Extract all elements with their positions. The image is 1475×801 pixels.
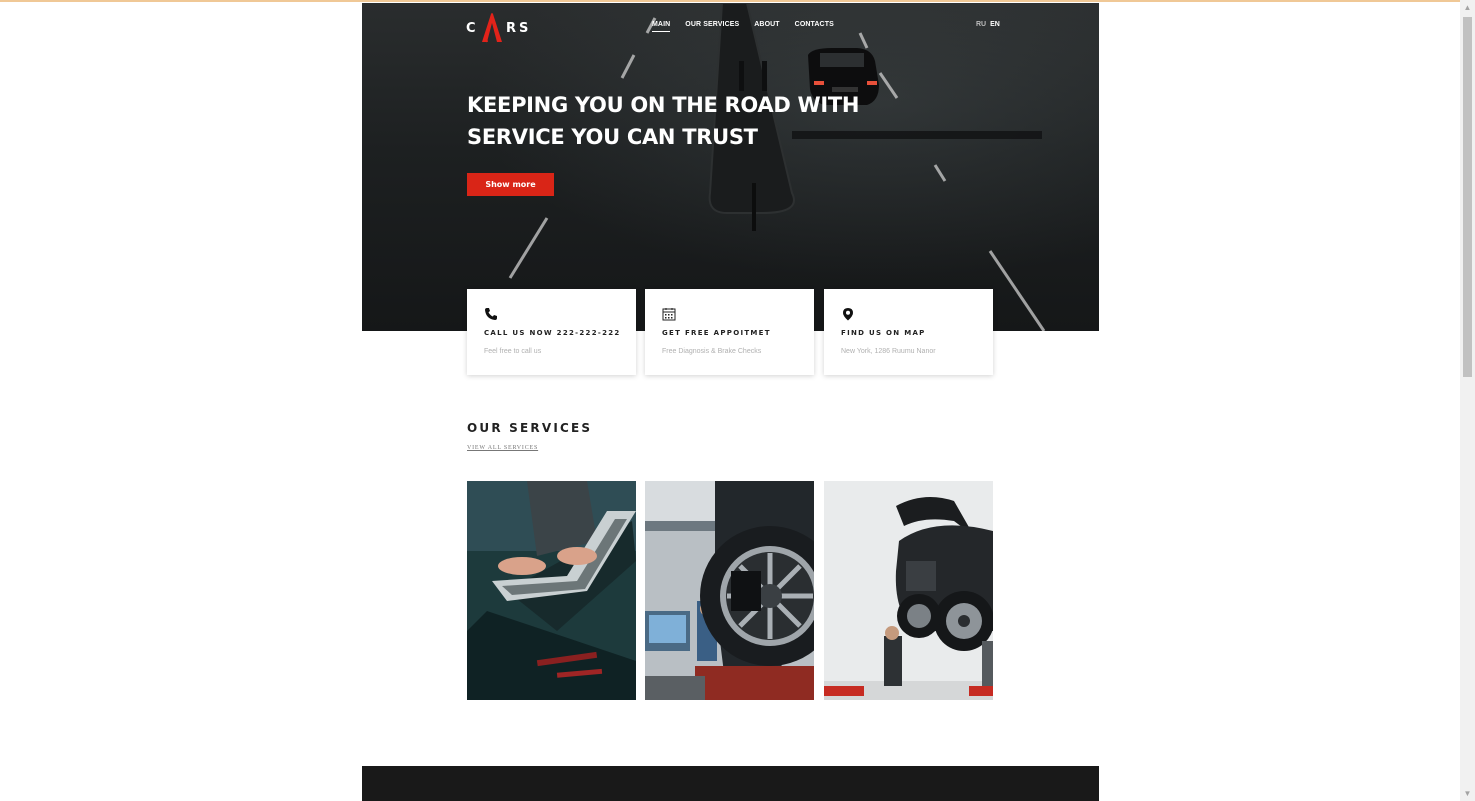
card-appointment-title: GET FREE APPOITMET xyxy=(662,329,771,337)
lang-en[interactable]: EN xyxy=(990,21,1000,28)
scroll-up-arrow-icon[interactable]: ▲ xyxy=(1460,0,1475,15)
card-map-title: FIND US ON MAP xyxy=(841,329,926,337)
nav-main[interactable]: MAIN xyxy=(652,21,671,32)
scroll-down-arrow-icon[interactable]: ▼ xyxy=(1460,786,1475,801)
calendar-icon xyxy=(662,308,676,321)
car-lift-illustration xyxy=(824,481,993,700)
logo-letter-c: C xyxy=(466,21,479,36)
top-accent-line xyxy=(0,0,1475,2)
nav-contacts[interactable]: CONTACTS xyxy=(795,21,834,32)
logo-a-mark xyxy=(482,13,502,43)
footer xyxy=(362,766,1099,801)
language-switcher: RU EN xyxy=(976,21,1000,28)
laptop-diagnostics-illustration xyxy=(467,481,636,700)
wheel-alignment-illustration xyxy=(645,481,814,700)
hero-title: KEEPING YOU ON THE ROAD WITH SERVICE YOU… xyxy=(467,89,867,153)
logo-letters-rs: RS xyxy=(506,21,532,36)
card-call-subtitle: Feel free to call us xyxy=(484,348,542,355)
hero-title-line-1: KEEPING YOU ON THE ROAD WITH xyxy=(467,93,860,117)
view-all-services-link[interactable]: VIEW ALL SERVICES xyxy=(467,445,538,451)
info-card-map[interactable]: FIND US ON MAP New York, 1286 Ruumu Nano… xyxy=(824,289,993,375)
map-pin-icon xyxy=(843,308,853,321)
hero-background-road xyxy=(508,3,1046,331)
hero-section: C RS MAIN OUR SERVICES ABOUT CONTACTS RU… xyxy=(362,3,1099,331)
page: C RS MAIN OUR SERVICES ABOUT CONTACTS RU… xyxy=(362,3,1099,801)
vertical-scrollbar[interactable]: ▲ ▼ xyxy=(1460,0,1475,801)
nav-our-services[interactable]: OUR SERVICES xyxy=(685,21,739,32)
service-photo-car-lift[interactable] xyxy=(824,481,993,700)
scrollbar-thumb[interactable] xyxy=(1463,17,1472,377)
phone-icon xyxy=(485,308,497,320)
card-appointment-subtitle: Free Diagnosis & Brake Checks xyxy=(662,348,762,355)
lang-ru[interactable]: RU xyxy=(976,21,986,28)
services-heading: OUR SERVICES xyxy=(467,421,593,435)
hero-title-line-2: SERVICE YOU CAN TRUST xyxy=(467,125,758,149)
service-photo-wheel-alignment[interactable] xyxy=(645,481,814,700)
info-card-appointment[interactable]: GET FREE APPOITMET Free Diagnosis & Brak… xyxy=(645,289,814,375)
nav-about[interactable]: ABOUT xyxy=(754,21,779,32)
show-more-button[interactable]: Show more xyxy=(467,173,554,196)
card-call-title: CALL US NOW 222-222-222 xyxy=(484,329,621,337)
info-card-call[interactable]: CALL US NOW 222-222-222 Feel free to cal… xyxy=(467,289,636,375)
service-photo-laptop-diagnostics[interactable] xyxy=(467,481,636,700)
card-map-subtitle: New York, 1286 Ruumu Nanor xyxy=(841,348,936,355)
main-nav: MAIN OUR SERVICES ABOUT CONTACTS xyxy=(652,21,834,32)
